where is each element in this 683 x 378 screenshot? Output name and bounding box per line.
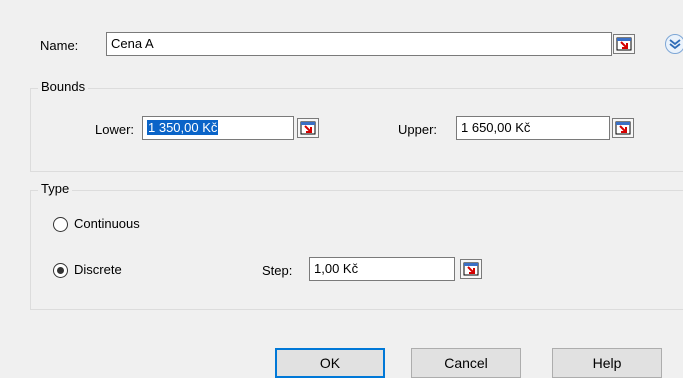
type-group-title: Type [38,181,73,197]
name-label: Name: [40,38,79,53]
upper-label: Upper: [398,122,438,137]
discrete-radio[interactable] [53,263,68,278]
help-button[interactable]: Help [552,348,662,378]
continuous-radio[interactable] [53,217,68,232]
lower-cell-reference-button[interactable] [297,118,319,138]
upper-field[interactable]: 1 650,00 Kč [456,116,610,140]
cancel-button[interactable]: Cancel [411,348,521,378]
upper-cell-reference-button[interactable] [612,118,634,138]
step-label: Step: [262,263,293,278]
type-group [30,190,683,310]
lower-value-selected: 1 350,00 Kč [147,120,219,135]
lower-field[interactable]: 1 350,00 Kč [142,116,294,140]
continuous-label[interactable]: Continuous [74,216,140,232]
step-field[interactable]: 1,00 Kč [309,257,455,281]
expand-button[interactable] [665,34,683,54]
discrete-radio-checked-dot [57,267,64,274]
bounds-group-title: Bounds [38,79,89,95]
cell-reference-icon [463,262,479,276]
name-field[interactable]: Cena A [106,32,612,56]
expand-chevron-icon [669,39,681,50]
discrete-label[interactable]: Discrete [74,262,122,278]
cell-reference-icon [615,121,631,135]
cell-reference-icon [300,121,316,135]
lower-label: Lower: [95,122,135,137]
cell-reference-icon [616,37,632,51]
name-cell-reference-button[interactable] [613,34,635,54]
step-cell-reference-button[interactable] [460,259,482,279]
ok-button[interactable]: OK [275,348,385,378]
